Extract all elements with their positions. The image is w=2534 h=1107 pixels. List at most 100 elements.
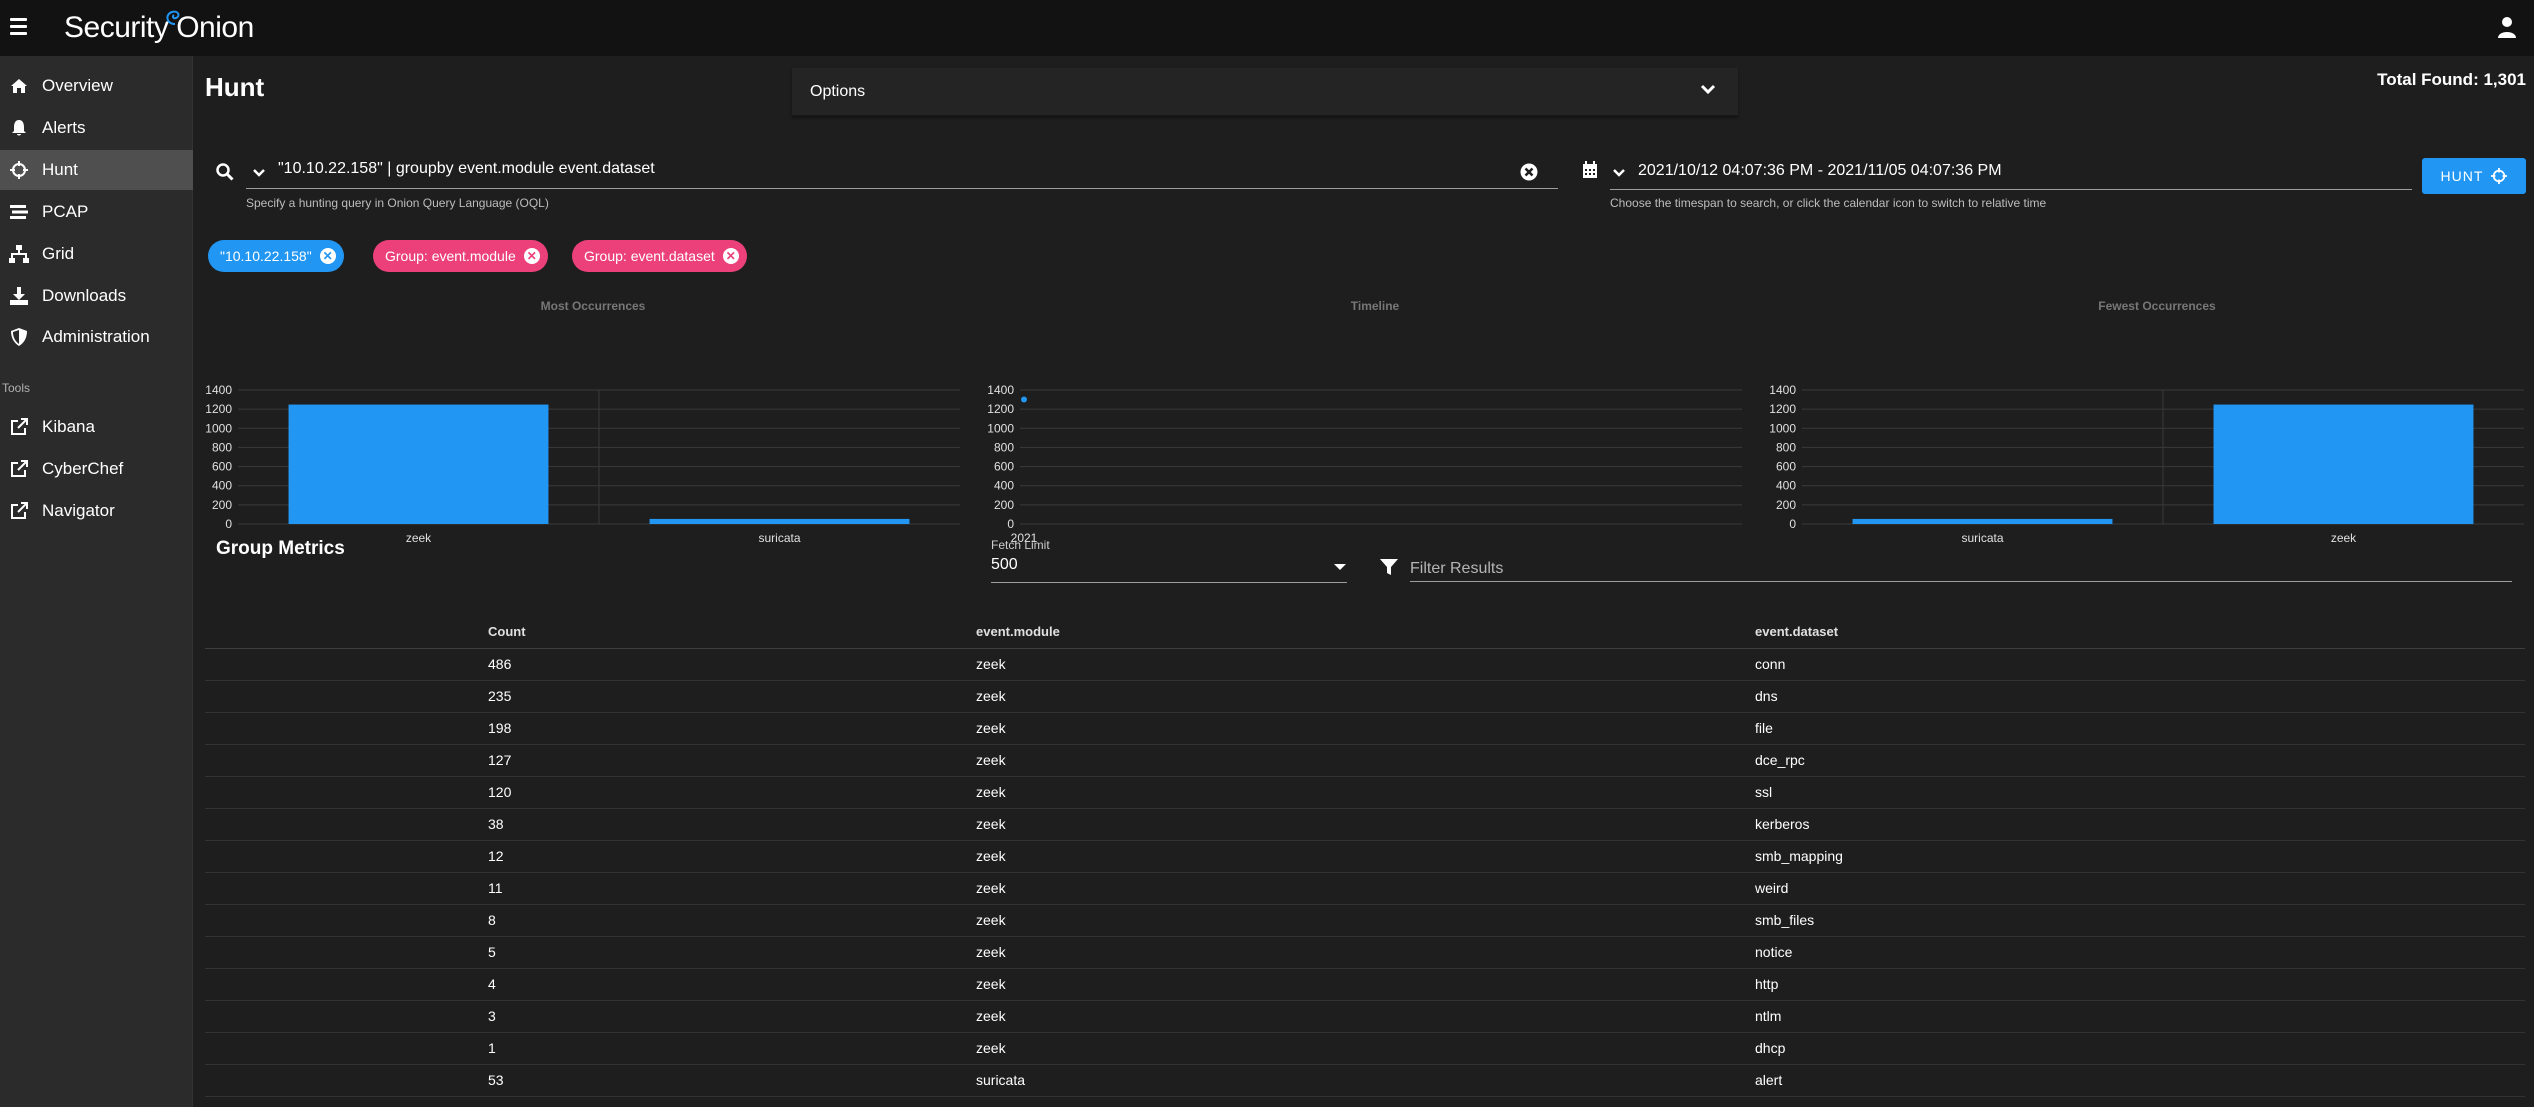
row-actions-cell bbox=[205, 1032, 488, 1065]
chevron-down-icon[interactable] bbox=[252, 168, 266, 178]
table-row[interactable]: 1 zeek dhcp bbox=[205, 1032, 2525, 1065]
close-icon[interactable]: ✕ bbox=[319, 248, 336, 264]
count-cell[interactable]: 38 bbox=[488, 808, 976, 841]
table-row[interactable]: 198 zeek file bbox=[205, 712, 2525, 745]
bar-suricata[interactable] bbox=[649, 518, 910, 524]
table-row[interactable]: 235 zeek dns bbox=[205, 680, 2525, 713]
event-dataset-cell[interactable]: smb_mapping bbox=[1755, 840, 2525, 873]
table-row[interactable]: 8 zeek smb_files bbox=[205, 904, 2525, 937]
count-cell[interactable]: 8 bbox=[488, 904, 976, 937]
event-dataset-cell[interactable]: ntlm bbox=[1755, 1000, 2525, 1033]
event-module-cell[interactable]: zeek bbox=[976, 872, 1755, 905]
bar-zeek[interactable] bbox=[2213, 404, 2474, 524]
sidebar-item-pcap[interactable]: PCAP bbox=[0, 192, 193, 232]
user-account-icon[interactable] bbox=[2496, 14, 2518, 40]
close-icon[interactable]: ✕ bbox=[722, 248, 739, 264]
event-dataset-cell[interactable]: weird bbox=[1755, 872, 2525, 905]
event-module-cell[interactable]: zeek bbox=[976, 744, 1755, 777]
query-filter-chip[interactable]: "10.10.22.158" ✕ bbox=[208, 240, 344, 272]
hunt-query-input[interactable]: "10.10.22.158" | groupby event.module ev… bbox=[278, 160, 655, 178]
table-row[interactable]: 127 zeek dce_rpc bbox=[205, 744, 2525, 777]
event-module-cell[interactable]: zeek bbox=[976, 712, 1755, 745]
count-cell[interactable]: 3 bbox=[488, 1000, 976, 1033]
chevron-down-icon[interactable] bbox=[1612, 168, 1626, 178]
count-cell[interactable]: 120 bbox=[488, 776, 976, 809]
table-row[interactable]: 3 zeek ntlm bbox=[205, 1000, 2525, 1033]
event-dataset-cell[interactable]: dns bbox=[1755, 680, 2525, 713]
count-cell[interactable]: 12 bbox=[488, 840, 976, 873]
count-cell[interactable]: 235 bbox=[488, 680, 976, 713]
calendar-icon[interactable] bbox=[1582, 161, 1598, 179]
count-cell[interactable]: 198 bbox=[488, 712, 976, 745]
sidebar-item-label: Kibana bbox=[42, 417, 95, 436]
event-dataset-cell[interactable]: smb_files bbox=[1755, 904, 2525, 937]
sidebar-item-alerts[interactable]: Alerts bbox=[0, 108, 193, 148]
event-module-cell[interactable]: suricata bbox=[976, 1064, 1755, 1097]
event-dataset-cell[interactable]: ssl bbox=[1755, 776, 2525, 809]
chip-label: Group: event.module bbox=[385, 248, 516, 264]
security-onion-logo[interactable]: Security Onion bbox=[64, 10, 254, 46]
event-module-cell[interactable]: zeek bbox=[976, 680, 1755, 713]
table-row[interactable]: 53 suricata alert bbox=[205, 1064, 2525, 1097]
event-dataset-cell[interactable]: conn bbox=[1755, 648, 2525, 681]
sidebar-item-cyberchef[interactable]: CyberChef bbox=[0, 449, 193, 489]
sidebar-item-navigator[interactable]: Navigator bbox=[0, 491, 193, 531]
event-module-cell[interactable]: zeek bbox=[976, 904, 1755, 937]
bar-zeek[interactable] bbox=[288, 404, 549, 524]
fetch-limit-select[interactable]: 500 bbox=[991, 556, 1018, 574]
search-icon[interactable] bbox=[216, 163, 234, 181]
table-row[interactable]: 38 zeek kerberos bbox=[205, 808, 2525, 841]
count-cell[interactable]: 4 bbox=[488, 968, 976, 1001]
sidebar-item-administration[interactable]: Administration bbox=[0, 317, 193, 357]
group-chip-event-module[interactable]: Group: event.module ✕ bbox=[373, 240, 548, 272]
count-cell[interactable]: 53 bbox=[488, 1064, 976, 1097]
event-module-cell[interactable]: zeek bbox=[976, 1000, 1755, 1033]
sidebar-item-overview[interactable]: Overview bbox=[0, 66, 193, 106]
event-module-cell[interactable]: zeek bbox=[976, 968, 1755, 1001]
column-header-event-dataset[interactable]: event.dataset bbox=[1755, 616, 2525, 649]
bar-suricata[interactable] bbox=[1852, 518, 2113, 524]
row-actions-cell bbox=[205, 776, 488, 809]
column-header-count[interactable]: Count bbox=[488, 616, 976, 649]
event-dataset-cell[interactable]: alert bbox=[1755, 1064, 2525, 1097]
hunt-button[interactable]: HUNT bbox=[2422, 158, 2526, 194]
sidebar-item-grid[interactable]: Grid bbox=[0, 234, 193, 274]
column-header-event-module[interactable]: event.module bbox=[976, 616, 1755, 649]
event-module-cell[interactable]: zeek bbox=[976, 1032, 1755, 1065]
options-expansion-panel[interactable]: Options bbox=[792, 68, 1738, 116]
count-cell[interactable]: 1 bbox=[488, 1032, 976, 1065]
table-row[interactable]: 12 zeek smb_mapping bbox=[205, 840, 2525, 873]
table-row[interactable]: 486 zeek conn bbox=[205, 648, 2525, 681]
event-dataset-cell[interactable]: kerberos bbox=[1755, 808, 2525, 841]
date-range-input[interactable]: 2021/10/12 04:07:36 PM - 2021/11/05 04:0… bbox=[1638, 162, 2002, 180]
event-dataset-cell[interactable]: dhcp bbox=[1755, 1032, 2525, 1065]
event-module-cell[interactable]: zeek bbox=[976, 776, 1755, 809]
count-cell[interactable]: 127 bbox=[488, 744, 976, 777]
filter-results-input[interactable] bbox=[1410, 556, 2512, 582]
count-cell[interactable]: 5 bbox=[488, 936, 976, 969]
sidebar-item-kibana[interactable]: Kibana bbox=[0, 407, 193, 447]
clear-query-icon[interactable] bbox=[1520, 163, 1538, 181]
hamburger-menu-icon[interactable] bbox=[10, 14, 32, 38]
event-dataset-cell[interactable]: dce_rpc bbox=[1755, 744, 2525, 777]
table-row[interactable]: 120 zeek ssl bbox=[205, 776, 2525, 809]
group-chip-event-dataset[interactable]: Group: event.dataset ✕ bbox=[572, 240, 747, 272]
event-module-cell[interactable]: zeek bbox=[976, 808, 1755, 841]
event-dataset-cell[interactable]: file bbox=[1755, 712, 2525, 745]
event-module-cell[interactable]: zeek bbox=[976, 840, 1755, 873]
close-icon[interactable]: ✕ bbox=[523, 248, 540, 264]
event-dataset-cell[interactable]: http bbox=[1755, 968, 2525, 1001]
event-module-cell[interactable]: zeek bbox=[976, 936, 1755, 969]
count-cell[interactable]: 486 bbox=[488, 648, 976, 681]
table-row[interactable]: 11 zeek weird bbox=[205, 872, 2525, 905]
event-dataset-cell[interactable]: notice bbox=[1755, 936, 2525, 969]
event-module-cell[interactable]: zeek bbox=[976, 648, 1755, 681]
main-content: Hunt Total Found: 1,301 Options "10.10.2… bbox=[194, 56, 2534, 1107]
sidebar-item-downloads[interactable]: Downloads bbox=[0, 276, 193, 316]
sidebar-item-hunt[interactable]: Hunt bbox=[0, 150, 193, 190]
dropdown-caret-icon[interactable] bbox=[1334, 564, 1346, 570]
table-row[interactable]: 4 zeek http bbox=[205, 968, 2525, 1001]
table-row[interactable]: 5 zeek notice bbox=[205, 936, 2525, 969]
count-cell[interactable]: 11 bbox=[488, 872, 976, 905]
timeline-point[interactable] bbox=[1021, 396, 1027, 403]
